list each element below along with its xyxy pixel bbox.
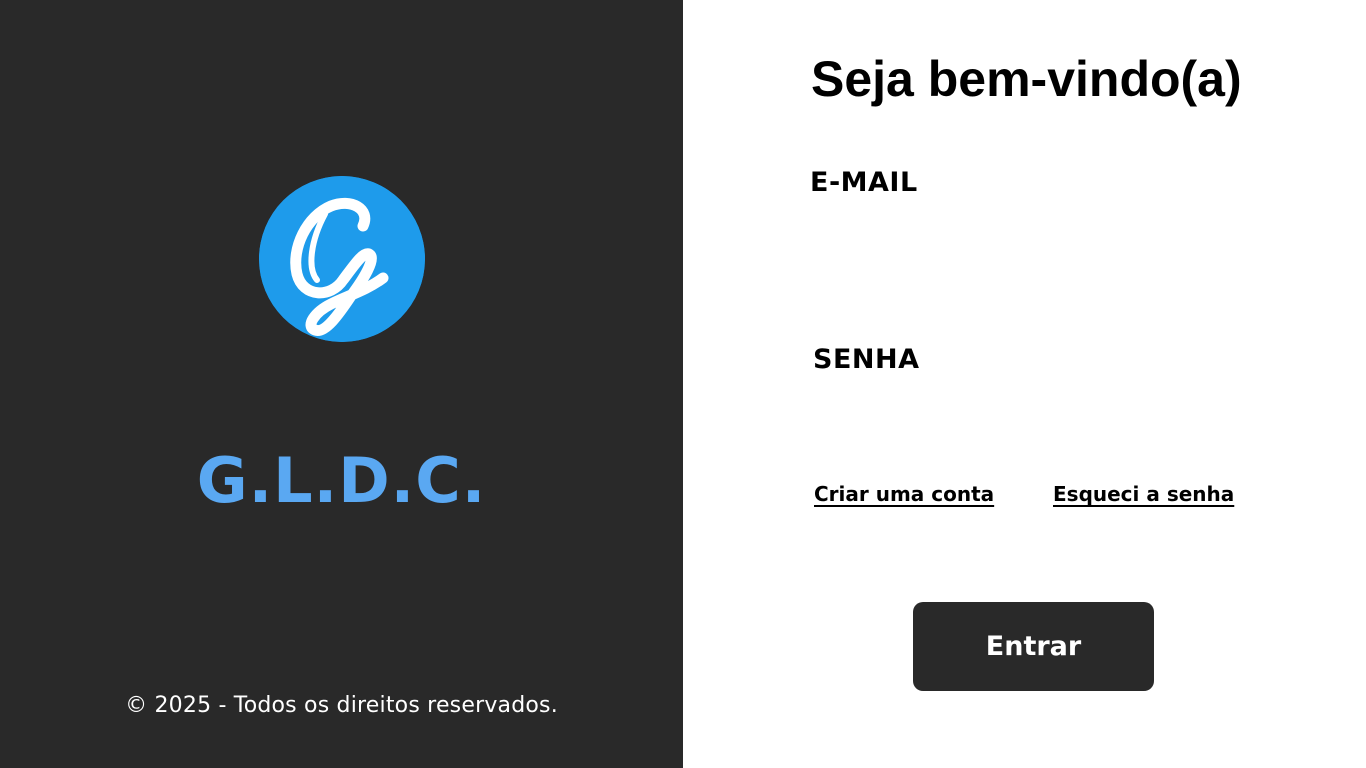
- brand-name: G.L.D.C.: [196, 444, 487, 517]
- email-field[interactable]: [811, 214, 1258, 258]
- login-form: Seja bem-vindo(a) E-MAIL SENHA Criar uma…: [683, 0, 1366, 768]
- login-button-label: Entrar: [985, 631, 1082, 662]
- password-field[interactable]: [811, 392, 1258, 436]
- login-button[interactable]: Entrar: [913, 602, 1154, 691]
- brand-panel: G.L.D.C. © 2025 - Todos os direitos rese…: [0, 0, 683, 768]
- forgot-password-link[interactable]: Esqueci a senha: [1053, 481, 1234, 507]
- password-label: SENHA: [813, 344, 920, 375]
- page-title: Seja bem-vindo(a): [811, 51, 1242, 107]
- create-account-link[interactable]: Criar uma conta: [814, 481, 994, 507]
- script-g-logo-icon: [259, 176, 425, 342]
- copyright-text: © 2025 - Todos os direitos reservados.: [125, 693, 558, 718]
- login-page: G.L.D.C. © 2025 - Todos os direitos rese…: [0, 0, 1366, 768]
- email-label: E-MAIL: [810, 167, 918, 198]
